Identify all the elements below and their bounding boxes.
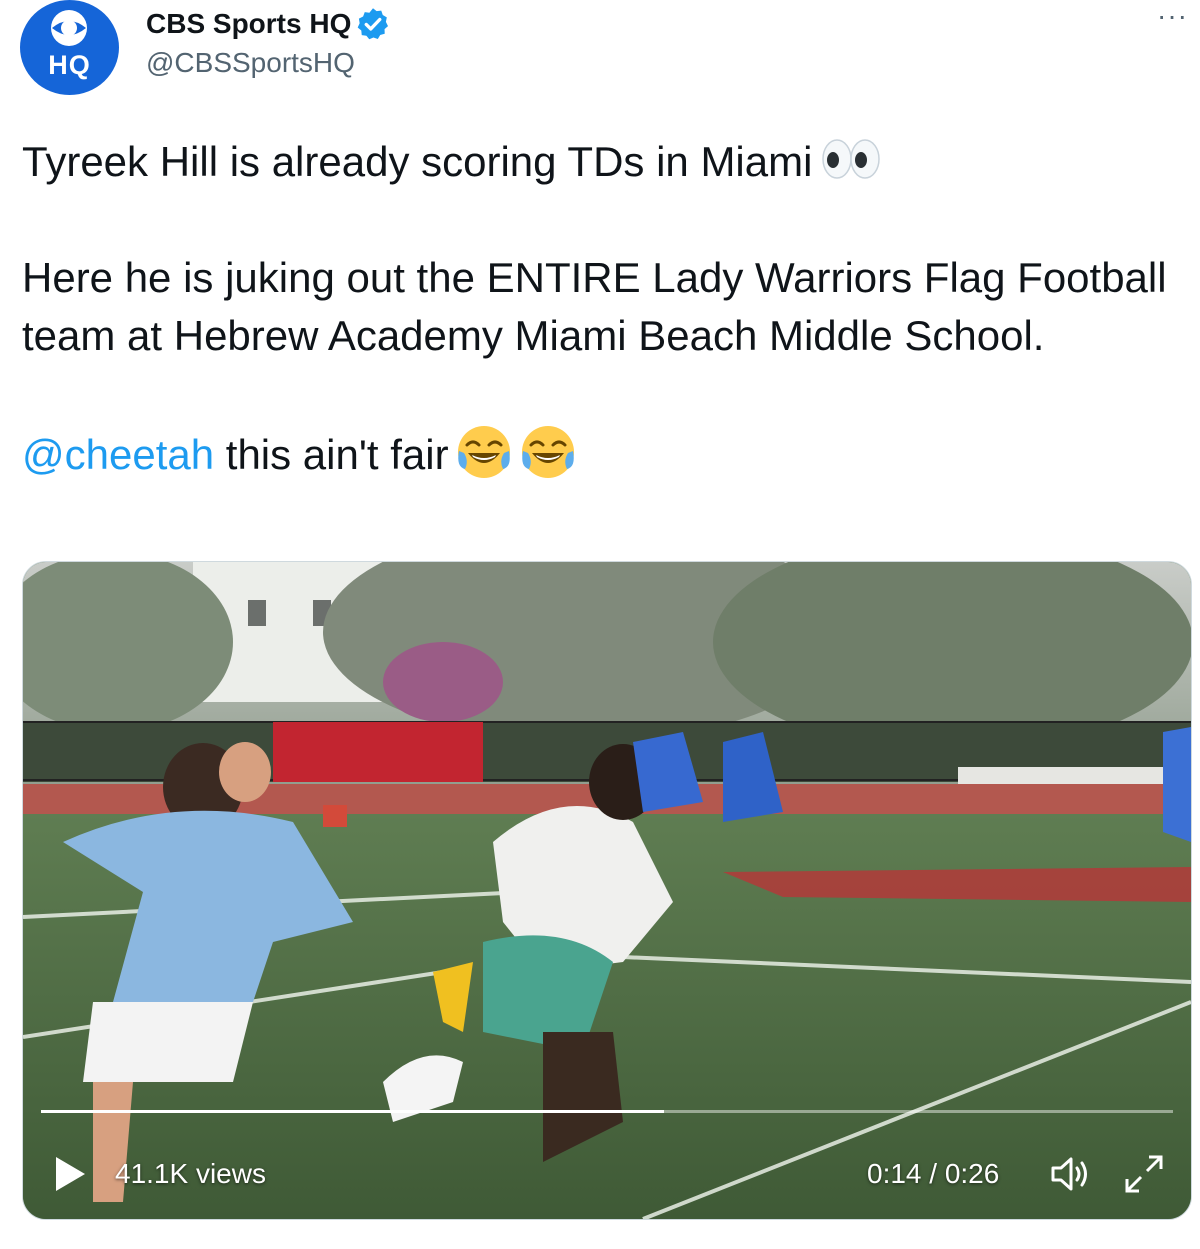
- avatar[interactable]: HQ: [20, 0, 119, 95]
- progress-fill: [41, 1110, 664, 1113]
- tweet-line-1: Tyreek Hill is already scoring TDs in Mi…: [22, 133, 1172, 191]
- laughing-emoji-icon: [457, 426, 510, 478]
- eyes-emoji-icon: [822, 139, 881, 179]
- author-display-name[interactable]: CBS Sports HQ: [146, 8, 351, 40]
- avatar-text: HQ: [48, 50, 91, 80]
- video-time: 0:14 / 0:26: [867, 1158, 1000, 1189]
- volume-icon[interactable]: [1049, 1154, 1093, 1194]
- view-count: 41.1K views: [115, 1158, 266, 1189]
- tweet-line-3: @cheetah this ain't fair: [22, 423, 1172, 484]
- tweet-paragraph-2: Here he is juking out the ENTIRE Lady Wa…: [22, 254, 1167, 359]
- tweet-line-3-text: this ain't fair: [214, 431, 449, 478]
- tweet-text: Tyreek Hill is already scoring TDs in Mi…: [22, 133, 1172, 484]
- laughing-emoji-icon: [521, 426, 574, 478]
- video-player[interactable]: 41.1K views 0:14 / 0:26: [22, 561, 1192, 1220]
- author-handle[interactable]: @CBSSportsHQ: [146, 47, 355, 79]
- mention-link[interactable]: @cheetah: [22, 431, 214, 478]
- more-icon[interactable]: ···: [1157, 2, 1188, 30]
- author-name-row[interactable]: CBS Sports HQ: [146, 6, 391, 42]
- cbs-eye-icon: [51, 10, 87, 46]
- progress-bar[interactable]: [41, 1110, 1173, 1113]
- verified-badge-icon: [358, 8, 389, 40]
- play-icon[interactable]: [53, 1155, 87, 1193]
- tweet-line-1-text: Tyreek Hill is already scoring TDs in Mi…: [22, 138, 813, 185]
- fullscreen-icon[interactable]: [1123, 1153, 1165, 1195]
- tweet: HQ CBS Sports HQ @CBSSportsHQ ··· Tyreek…: [0, 0, 1200, 1249]
- video-frame: [23, 562, 1191, 1219]
